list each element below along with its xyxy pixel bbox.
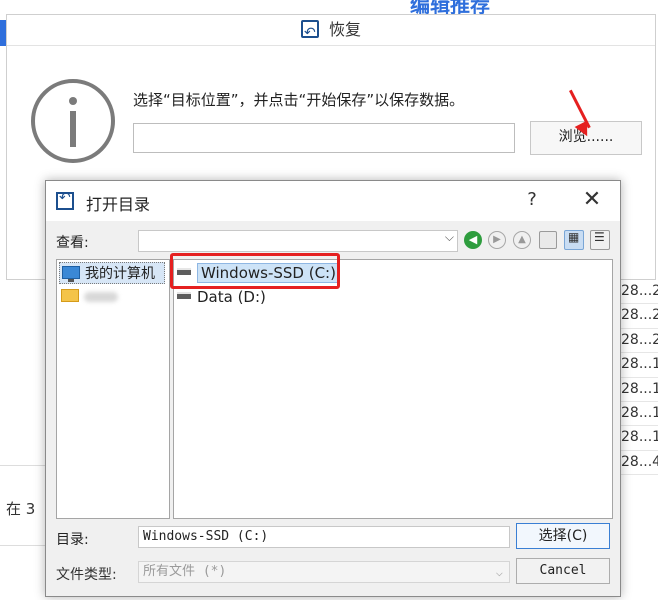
cancel-button[interactable]: Cancel [516,558,610,584]
background-divider [0,545,45,546]
list-view-icon[interactable] [564,230,584,250]
help-button[interactable]: ? [522,189,542,210]
directory-list: Windows-SSD (C:) Data (D:) [173,259,613,519]
restore-message: 选择“目标位置”，并点击“开始保存”以保存数据。 [133,91,465,109]
dialog-titlebar: 打开目录 ? ✕ [46,181,620,221]
computer-icon [62,266,80,282]
list-item[interactable]: 28...2 [618,280,658,305]
list-item[interactable]: 28...1 [618,426,658,451]
redacted-label [84,292,118,302]
divider [7,45,655,46]
chevron-down-icon: ⌵ [495,565,503,579]
background-status-text: 在 3 [6,500,36,518]
file-type-dropdown[interactable]: 所有文件 (*) ⌵ [138,561,510,583]
list-item[interactable]: 28...1 [618,353,658,378]
list-item[interactable]: 28...1 [618,402,658,427]
up-folder-icon[interactable]: ▲ [513,231,531,249]
list-item[interactable]: 28...2 [618,304,658,329]
list-item-drive-d[interactable]: Data (D:) [177,286,266,308]
list-item[interactable]: 28...2 [618,329,658,354]
restore-dialog-titlebar: 恢复 [7,15,655,48]
destination-path-input[interactable] [133,123,515,153]
sidebar-item-my-computer[interactable]: 我的计算机 [59,262,165,284]
info-icon [31,79,115,163]
restore-icon [300,18,319,48]
file-type-value: 所有文件 (*) [143,564,227,579]
new-folder-icon[interactable] [539,231,557,249]
open-directory-dialog: 打开目录 ? ✕ 查看: ⌵ ◀ ▶ ▲ 我的计算机 Windows-SSD (… [45,180,621,597]
dialog-title: 打开目录 [86,195,151,214]
places-sidebar: 我的计算机 [56,259,170,519]
sidebar-item-folder[interactable] [61,286,118,308]
drive-label: Data (D:) [197,288,266,306]
chevron-down-icon: ⌵ [444,230,454,244]
dialog-app-icon [56,190,74,210]
restore-dialog-title: 恢复 [328,20,361,39]
look-in-label: 查看: [56,235,89,251]
list-item[interactable]: 28...4 [618,451,658,476]
file-type-label: 文件类型: [56,567,117,583]
folder-icon [61,289,79,302]
forward-icon[interactable]: ▶ [488,231,506,249]
annotation-highlight-box [170,253,340,289]
close-button[interactable]: ✕ [580,187,604,212]
back-icon[interactable]: ◀ [464,231,482,249]
sidebar-item-label: 我的计算机 [85,266,155,282]
directory-input[interactable]: Windows-SSD (C:) [138,526,510,548]
detail-view-icon[interactable] [590,230,610,250]
directory-label: 目录: [56,532,89,548]
background-header: 编辑推荐 [410,0,490,14]
drive-icon [177,292,191,299]
list-item[interactable]: 28...1 [618,378,658,402]
background-list: 28...2 28...2 28...2 28...1 28...1 28...… [618,280,658,476]
choose-button[interactable]: 选择(C) [516,523,610,549]
background-divider [0,465,45,466]
look-in-dropdown[interactable]: ⌵ [138,230,458,252]
